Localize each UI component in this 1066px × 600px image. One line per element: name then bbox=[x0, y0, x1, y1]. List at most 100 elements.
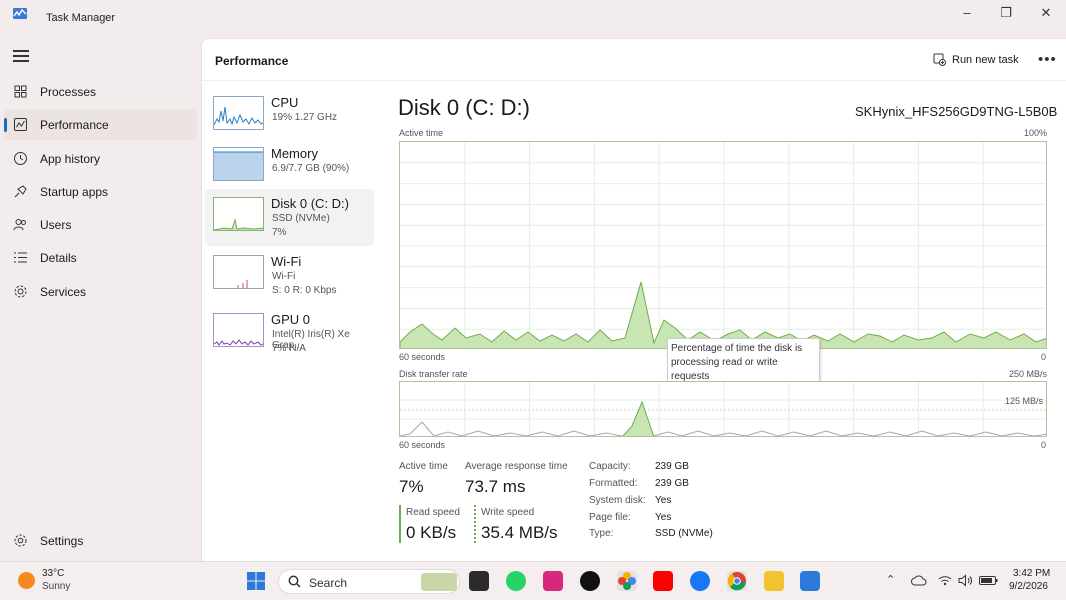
main-header: Performance Run new task ••• bbox=[202, 39, 1066, 81]
stat-active-time-label: Active time bbox=[399, 461, 448, 472]
nav-label: Performance bbox=[40, 118, 109, 132]
nav-label: Details bbox=[40, 251, 77, 265]
stat-response-value: 73.7 ms bbox=[465, 477, 526, 496]
nav-label: Settings bbox=[40, 534, 84, 548]
page-title: Performance bbox=[215, 54, 289, 68]
device-item-wifi[interactable]: Wi-Fi Wi-Fi S: 0 R: 0 Kbps bbox=[205, 247, 374, 304]
stat-active-time-value: 7% bbox=[399, 477, 424, 496]
maximize-button[interactable]: ❐ bbox=[994, 4, 1018, 22]
active-time-label: Active time bbox=[399, 128, 444, 138]
device-item-gpu[interactable]: GPU 0 Intel(R) Iris(R) Xe Grap... 7% N/A bbox=[205, 305, 374, 362]
nav-label: Startup apps bbox=[40, 185, 109, 199]
users-icon bbox=[13, 219, 26, 231]
run-task-icon bbox=[933, 53, 946, 66]
task-manager-icon bbox=[13, 8, 27, 19]
more-options-icon[interactable]: ••• bbox=[1038, 51, 1057, 68]
chevron-up-icon[interactable]: ⌃ bbox=[886, 573, 895, 586]
taskbar-search[interactable]: Search bbox=[278, 569, 460, 594]
transfer-rate-mid: 125 MB/s bbox=[1005, 396, 1044, 406]
stat-response-label: Average response time bbox=[465, 461, 568, 472]
gpu-thumbnail-graph bbox=[213, 313, 264, 347]
startup-apps-icon bbox=[14, 185, 27, 198]
onedrive-cloud-icon[interactable] bbox=[911, 574, 927, 586]
device-item-cpu[interactable]: CPU 19% 1.27 GHz bbox=[205, 88, 374, 145]
device-detail: 19% 1.27 GHz bbox=[272, 112, 338, 123]
run-task-label: Run new task bbox=[952, 53, 1019, 66]
spec-system-disk-label: System disk: bbox=[589, 495, 646, 506]
nav-item-services[interactable]: Services bbox=[4, 276, 197, 307]
task-view-icon[interactable] bbox=[469, 571, 489, 591]
transfer-rate-graph bbox=[399, 381, 1047, 437]
search-label: Search bbox=[309, 576, 348, 590]
app-history-icon bbox=[14, 152, 27, 165]
title-bar: Task Manager – ❐ ✕ bbox=[0, 0, 1066, 36]
device-name: CPU bbox=[271, 95, 299, 110]
stat-read-label: Read speed bbox=[406, 507, 460, 518]
instagram-icon[interactable] bbox=[543, 571, 563, 591]
device-name: Disk 0 (C: D:) bbox=[271, 196, 349, 211]
spec-formatted-label: Formatted: bbox=[589, 478, 638, 489]
volume-icon[interactable] bbox=[958, 574, 973, 587]
device-item-memory[interactable]: Memory 6.9/7.7 GB (90%) bbox=[205, 139, 374, 196]
active-time-graph bbox=[399, 141, 1047, 349]
run-new-task-button[interactable]: Run new task bbox=[933, 53, 1019, 66]
whatsapp-icon[interactable] bbox=[506, 571, 526, 591]
spec-page-file-value: Yes bbox=[655, 512, 672, 523]
disk-model: SKHynix_HFS256GD9TNG-L5B0B bbox=[855, 104, 1058, 119]
minimize-button[interactable]: – bbox=[955, 4, 979, 22]
spec-capacity-label: Capacity: bbox=[589, 461, 631, 472]
taskbar: 33°C Sunny Search ⌃ 3:42 PM 9/2/2026 bbox=[0, 561, 1066, 600]
photos-icon[interactable] bbox=[617, 571, 637, 591]
wifi-icon[interactable] bbox=[938, 574, 952, 586]
file-explorer-icon[interactable] bbox=[764, 571, 784, 591]
tiktok-icon[interactable] bbox=[580, 571, 600, 591]
transfer-rate-x-end: 0 bbox=[1041, 440, 1047, 450]
nav-label: Processes bbox=[40, 85, 97, 99]
youtube-icon[interactable] bbox=[653, 571, 673, 591]
spec-system-disk-value: Yes bbox=[655, 495, 672, 506]
nav-item-startup-apps[interactable]: Startup apps bbox=[4, 176, 197, 207]
device-name: GPU 0 bbox=[271, 312, 311, 327]
device-detail: 6.9/7.7 GB (90%) bbox=[272, 163, 350, 174]
processes-icon bbox=[14, 85, 27, 98]
active-time-x-end: 0 bbox=[1041, 352, 1047, 362]
clock-date[interactable]: 9/2/2026 bbox=[1009, 581, 1048, 592]
windows-start-icon[interactable] bbox=[246, 571, 266, 591]
spec-capacity-value: 239 GB bbox=[655, 461, 689, 472]
nav-item-processes[interactable]: Processes bbox=[4, 76, 197, 107]
weather-temperature[interactable]: 33°C bbox=[42, 568, 64, 579]
facebook-icon[interactable] bbox=[690, 571, 710, 591]
services-icon bbox=[14, 285, 27, 298]
read-speed-bar bbox=[399, 505, 401, 543]
hamburger-menu-icon[interactable] bbox=[13, 50, 29, 64]
close-button[interactable]: ✕ bbox=[1034, 4, 1058, 22]
cpu-thumbnail-graph bbox=[213, 96, 264, 130]
device-name: Wi-Fi bbox=[271, 254, 302, 269]
weather-description[interactable]: Sunny bbox=[42, 581, 70, 592]
memory-thumbnail-graph bbox=[213, 147, 264, 181]
chrome-icon[interactable] bbox=[727, 571, 747, 591]
write-speed-bar bbox=[474, 505, 476, 543]
stat-write-label: Write speed bbox=[481, 507, 535, 518]
active-time-x-start: 60 seconds bbox=[399, 352, 446, 362]
battery-icon[interactable] bbox=[979, 576, 998, 585]
nav-item-settings[interactable]: Settings bbox=[4, 525, 197, 556]
nav-item-app-history[interactable]: App history bbox=[4, 143, 197, 174]
nav-item-details[interactable]: Details bbox=[4, 242, 197, 273]
app-title: Task Manager bbox=[46, 12, 116, 24]
stat-write-value: 35.4 MB/s bbox=[481, 523, 558, 542]
clock-time[interactable]: 3:42 PM bbox=[1013, 568, 1050, 579]
device-detail: Wi-Fi bbox=[272, 271, 296, 282]
device-detail: 7% N/A bbox=[272, 343, 306, 354]
device-item-disk[interactable]: Disk 0 (C: D:) SSD (NVMe) 7% bbox=[205, 189, 374, 246]
device-detail: SSD (NVMe) bbox=[272, 213, 330, 224]
nav-item-performance[interactable]: Performance bbox=[4, 109, 197, 140]
device-name: Memory bbox=[271, 146, 318, 161]
device-detail: S: 0 R: 0 Kbps bbox=[272, 285, 337, 296]
weather-sun-icon[interactable] bbox=[18, 572, 35, 589]
nav-item-users[interactable]: Users bbox=[4, 209, 197, 240]
wifi-thumbnail-graph bbox=[213, 255, 264, 289]
disk-thumbnail-graph bbox=[213, 197, 264, 231]
task-manager-taskbar-icon[interactable] bbox=[800, 571, 820, 591]
transfer-rate-label: Disk transfer rate bbox=[399, 369, 468, 379]
